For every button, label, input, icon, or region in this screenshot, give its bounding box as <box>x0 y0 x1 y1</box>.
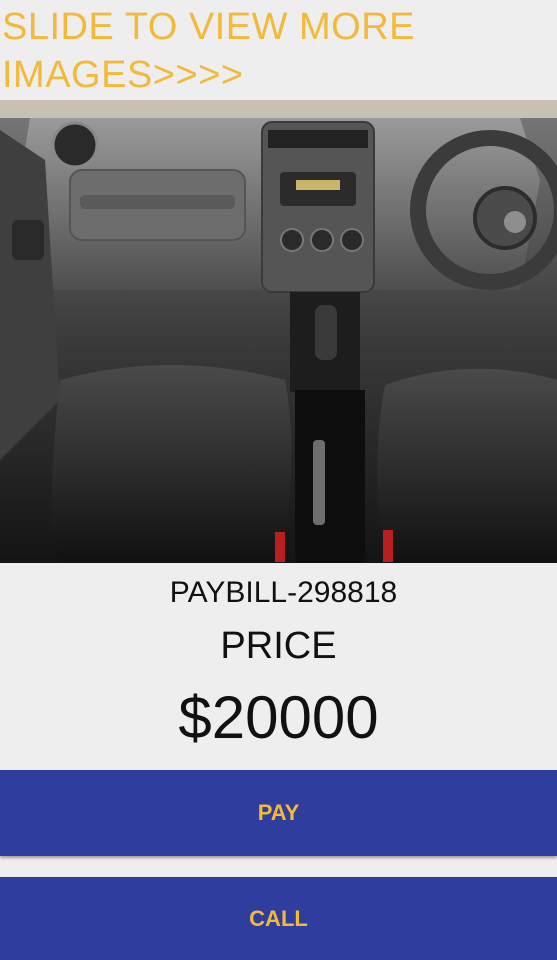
pay-button[interactable]: PAY <box>0 770 557 856</box>
car-interior-illustration <box>0 100 557 563</box>
listing-info: PAYBILL-298818 PRICE $20000 <box>0 563 557 770</box>
price-label: PRICE <box>220 625 337 667</box>
slide-hint: SLIDE TO VIEW MORE IMAGES>>>> <box>2 3 502 99</box>
call-button[interactable]: CALL <box>0 877 557 960</box>
paybill-number: PAYBILL-298818 <box>169 576 398 609</box>
gallery-header: SLIDE TO VIEW MORE IMAGES>>>> <box>0 0 557 100</box>
slide-hint-line2: IMAGES>>>> <box>2 54 244 96</box>
price-value: $20000 <box>178 684 379 751</box>
slide-hint-line1: SLIDE TO VIEW MORE <box>2 6 416 48</box>
car-interior-image[interactable] <box>0 100 557 563</box>
